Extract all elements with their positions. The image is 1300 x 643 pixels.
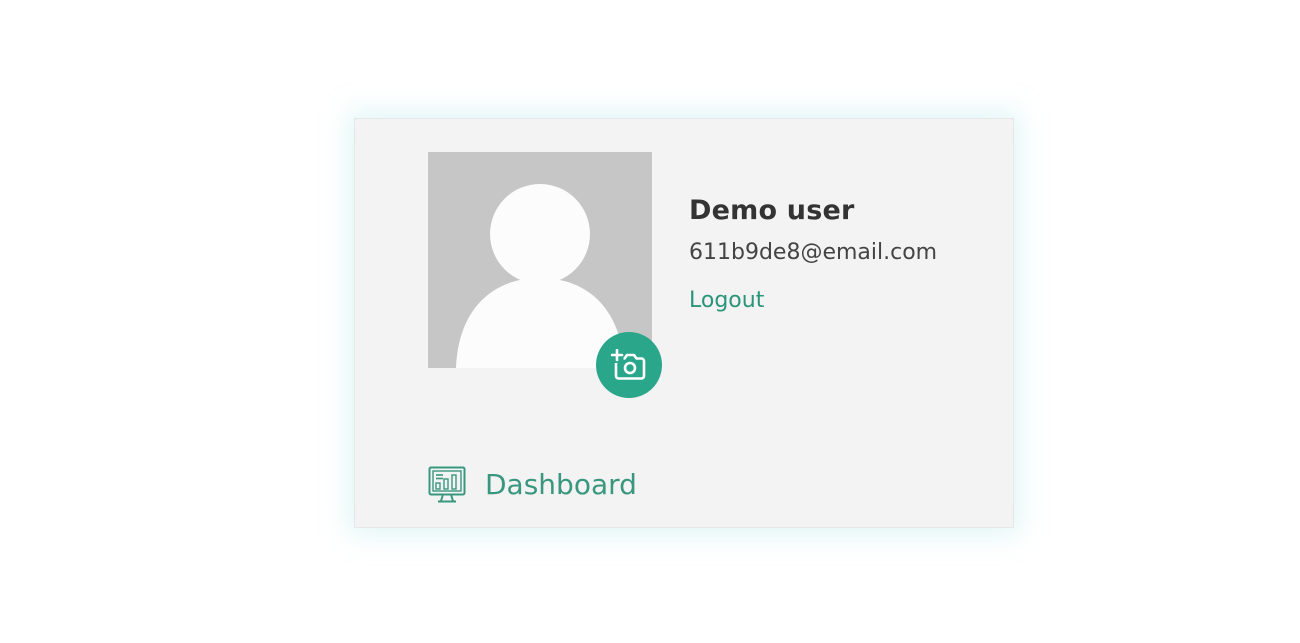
avatar-container: [428, 152, 662, 398]
user-email: 611b9de8@email.com: [689, 240, 938, 265]
dashboard-label: Dashboard: [485, 468, 637, 501]
dashboard-nav-link[interactable]: Dashboard: [428, 465, 637, 505]
add-photo-camera-icon: [611, 349, 646, 380]
dashboard-monitor-chart-icon: [428, 466, 466, 503]
user-info: Demo user 611b9de8@email.com Logout: [689, 193, 937, 316]
profile-card: Demo user 611b9de8@email.com Logout Dash…: [354, 118, 1014, 528]
logout-link[interactable]: Logout: [689, 286, 764, 316]
change-photo-button[interactable]: [596, 332, 662, 398]
user-name: Demo user: [689, 195, 855, 226]
